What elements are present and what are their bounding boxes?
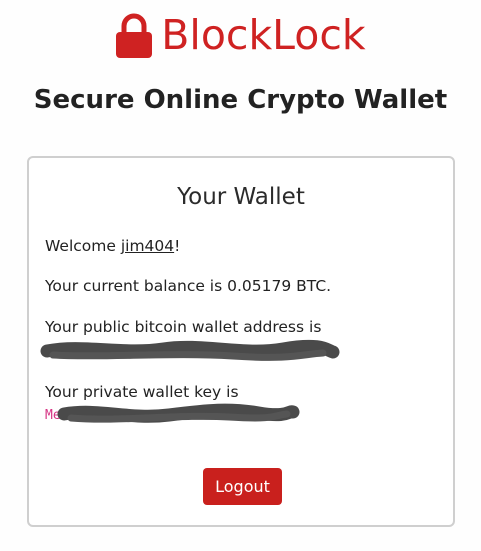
public-address-redaction (40, 339, 340, 361)
balance-text: Your current balance is 0.05179 BTC. (45, 277, 332, 295)
wallet-title: Your Wallet (177, 184, 305, 210)
welcome-line: Welcome jim404! (45, 236, 180, 256)
lock-icon (116, 13, 153, 58)
wallet-card: Your Wallet Welcome jim404! Your current… (27, 156, 455, 527)
private-key-redaction (57, 403, 300, 423)
public-address-label: Your public bitcoin wallet address is (45, 318, 322, 336)
logout-button[interactable]: Logout (203, 468, 282, 505)
page-subtitle: Secure Online Crypto Wallet (33, 85, 448, 115)
welcome-suffix: ! (174, 237, 181, 255)
brand-name: BlockLock (161, 11, 366, 59)
page: BlockLock Secure Online Crypto Wallet Yo… (0, 0, 481, 551)
username-link[interactable]: jim404 (121, 237, 174, 255)
brand-header: BlockLock (0, 10, 481, 60)
welcome-prefix: Welcome (45, 237, 121, 255)
private-key-label: Your private wallet key is (45, 383, 239, 401)
